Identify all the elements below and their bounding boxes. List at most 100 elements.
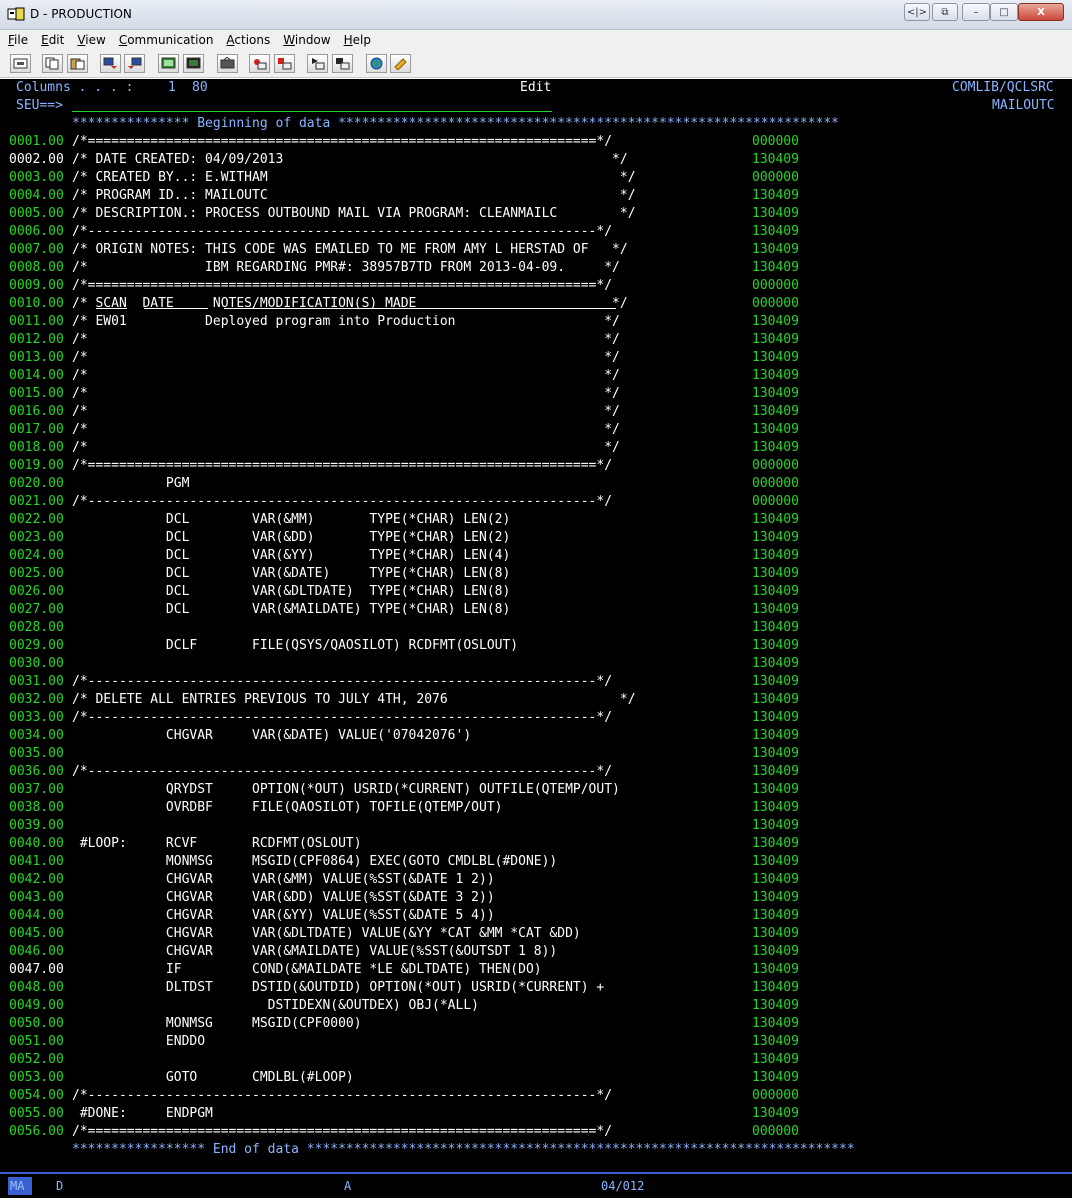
source-text[interactable]: /* EW01 Deployed program into Production…: [72, 313, 620, 331]
source-text[interactable]: DLTDST DSTID(&OUTDID) OPTION(*OUT) USRID…: [72, 979, 604, 997]
source-text[interactable]: CHGVAR VAR(&DLTDATE) VALUE(&YY *CAT &MM …: [72, 925, 581, 943]
sequence-number[interactable]: 0003.00: [9, 169, 64, 187]
source-line[interactable]: 0027.00 DCL VAR(&MAILDATE) TYPE(*CHAR) L…: [0, 601, 1072, 619]
menu-actions[interactable]: Actions: [226, 33, 270, 47]
sequence-number[interactable]: 0041.00: [9, 853, 64, 871]
source-text[interactable]: /* CREATED BY..: E.WITHAM */: [72, 169, 636, 187]
terminal-screen[interactable]: Columns . . . : 1 80 Edit COMLIB/QCLSRC …: [0, 79, 1072, 1172]
source-text[interactable]: /*======================================…: [72, 1123, 612, 1141]
source-text[interactable]: DCL VAR(&DD) TYPE(*CHAR) LEN(2): [72, 529, 510, 547]
source-text[interactable]: CHGVAR VAR(&DD) VALUE(%SST(&DATE 3 2)): [72, 889, 495, 907]
source-line[interactable]: 0045.00 CHGVAR VAR(&DLTDATE) VALUE(&YY *…: [0, 925, 1072, 943]
sequence-number[interactable]: 0004.00: [9, 187, 64, 205]
sequence-number[interactable]: 0037.00: [9, 781, 64, 799]
source-text[interactable]: /*--------------------------------------…: [72, 1087, 612, 1105]
source-text[interactable]: DCL VAR(&MM) TYPE(*CHAR) LEN(2): [72, 511, 510, 529]
source-line[interactable]: 0054.00 /*-------------------------------…: [0, 1087, 1072, 1105]
record-icon[interactable]: [249, 54, 270, 73]
source-line[interactable]: 0013.00 /* */ 130409: [0, 349, 1072, 367]
source-line[interactable]: 0018.00 /* */ 130409: [0, 439, 1072, 457]
source-line[interactable]: 0029.00 DCLF FILE(QSYS/QAOSILOT) RCDFMT(…: [0, 637, 1072, 655]
sequence-number[interactable]: 0023.00: [9, 529, 64, 547]
source-text[interactable]: /*======================================…: [72, 277, 612, 295]
menu-view[interactable]: View: [77, 33, 105, 47]
menu-window[interactable]: Window: [283, 33, 330, 47]
macro-icon[interactable]: [217, 54, 238, 73]
paste-icon[interactable]: [67, 54, 88, 73]
sequence-number[interactable]: 0039.00: [9, 817, 64, 835]
sequence-number[interactable]: 0048.00: [9, 979, 64, 997]
source-line[interactable]: 0035.00 130409: [0, 745, 1072, 763]
sequence-number[interactable]: 0036.00: [9, 763, 64, 781]
source-text[interactable]: OVRDBF FILE(QAOSILOT) TOFILE(QTEMP/OUT): [72, 799, 503, 817]
source-line[interactable]: 0002.00 /* DATE CREATED: 04/09/2013 */ 130…: [0, 151, 1072, 169]
menu-help[interactable]: Help: [344, 33, 371, 47]
sequence-number[interactable]: 0021.00: [9, 493, 64, 511]
source-line[interactable]: 0052.00 130409: [0, 1051, 1072, 1069]
source-line[interactable]: 0041.00 MONMSG MSGID(CPF0864) EXEC(GOTO …: [0, 853, 1072, 871]
source-text[interactable]: IF COND(&MAILDATE *LE &DLTDATE) THEN(DO): [72, 961, 542, 979]
maximize-button[interactable]: □: [990, 3, 1018, 21]
source-text[interactable]: QRYDST OPTION(*OUT) USRID(*CURRENT) OUTF…: [72, 781, 620, 799]
source-text[interactable]: DCL VAR(&DATE) TYPE(*CHAR) LEN(8): [72, 565, 510, 583]
source-line[interactable]: 0015.00 /* */ 130409: [0, 385, 1072, 403]
source-line[interactable]: 0010.00 /* SCAN DATE NOTES/MODIFICATION(S…: [0, 295, 1072, 313]
menu-communication[interactable]: Communication: [119, 33, 214, 47]
source-line[interactable]: 0007.00 /* ORIGIN NOTES: THIS CODE WAS EM…: [0, 241, 1072, 259]
source-line[interactable]: 0003.00 /* CREATED BY..: E.WITHAM */ 00000…: [0, 169, 1072, 187]
sequence-number[interactable]: 0025.00: [9, 565, 64, 583]
print-screen-icon[interactable]: [10, 54, 31, 73]
source-line[interactable]: 0009.00 /*===============================…: [0, 277, 1072, 295]
source-text[interactable]: /* */: [72, 439, 620, 457]
minimize-button[interactable]: –: [962, 3, 990, 21]
source-line[interactable]: 0031.00 /*-------------------------------…: [0, 673, 1072, 691]
sequence-number[interactable]: 0008.00: [9, 259, 64, 277]
source-text[interactable]: /* ORIGIN NOTES: THIS CODE WAS EMAILED T…: [72, 241, 628, 259]
sequence-number[interactable]: 0043.00: [9, 889, 64, 907]
source-line[interactable]: 0001.00 /*===============================…: [0, 133, 1072, 151]
source-line[interactable]: 0025.00 DCL VAR(&DATE) TYPE(*CHAR) LEN(8…: [0, 565, 1072, 583]
sequence-number[interactable]: 0046.00: [9, 943, 64, 961]
source-line[interactable]: 0055.00 #DONE: ENDPGM 130409: [0, 1105, 1072, 1123]
source-line[interactable]: 0023.00 DCL VAR(&DD) TYPE(*CHAR) LEN(2) 1…: [0, 529, 1072, 547]
source-text[interactable]: /* */: [72, 349, 620, 367]
sequence-number[interactable]: 0045.00: [9, 925, 64, 943]
menu-file[interactable]: File: [8, 33, 28, 47]
source-text[interactable]: CHGVAR VAR(&YY) VALUE(%SST(&DATE 5 4)): [72, 907, 495, 925]
sequence-number[interactable]: 0012.00: [9, 331, 64, 349]
sequence-number[interactable]: 0034.00: [9, 727, 64, 745]
source-text[interactable]: PGM: [72, 475, 190, 493]
sequence-number[interactable]: 0022.00: [9, 511, 64, 529]
sequence-number[interactable]: 0014.00: [9, 367, 64, 385]
sequence-number[interactable]: 0053.00: [9, 1069, 64, 1087]
source-line[interactable]: 0008.00 /* IBM REGARDING PMR#: 38957B7TD …: [0, 259, 1072, 277]
source-text[interactable]: DCL VAR(&YY) TYPE(*CHAR) LEN(4): [72, 547, 510, 565]
receive-icon[interactable]: [124, 54, 145, 73]
menu-edit[interactable]: Edit: [41, 33, 64, 47]
source-line[interactable]: 0012.00 /* */ 130409: [0, 331, 1072, 349]
source-line[interactable]: 0030.00 130409: [0, 655, 1072, 673]
source-line[interactable]: 0039.00 130409: [0, 817, 1072, 835]
seu-command-input[interactable]: [72, 111, 552, 112]
source-line[interactable]: 0056.00 /*===============================…: [0, 1123, 1072, 1141]
source-text[interactable]: DCL VAR(&MAILDATE) TYPE(*CHAR) LEN(8): [72, 601, 510, 619]
source-line[interactable]: 0004.00 /* PROGRAM ID..: MAILOUTC */ 13040…: [0, 187, 1072, 205]
restore-down-icon[interactable]: ⧉: [932, 3, 958, 21]
source-line[interactable]: 0051.00 ENDDO 130409: [0, 1033, 1072, 1051]
source-text[interactable]: /* DESCRIPTION.: PROCESS OUTBOUND MAIL V…: [72, 205, 636, 223]
source-text[interactable]: GOTO CMDLBL(#LOOP): [72, 1069, 354, 1087]
sequence-number[interactable]: 0031.00: [9, 673, 64, 691]
sequence-number[interactable]: 0006.00: [9, 223, 64, 241]
sequence-number[interactable]: 0035.00: [9, 745, 64, 763]
source-line[interactable]: 0005.00 /* DESCRIPTION.: PROCESS OUTBOUND…: [0, 205, 1072, 223]
source-text[interactable]: /* */: [72, 331, 620, 349]
sequence-number[interactable]: 0030.00: [9, 655, 64, 673]
sequence-number[interactable]: 0018.00: [9, 439, 64, 457]
source-text[interactable]: /* */: [72, 403, 620, 421]
sequence-number[interactable]: 0024.00: [9, 547, 64, 565]
sequence-number[interactable]: 0050.00: [9, 1015, 64, 1033]
source-line[interactable]: 0040.00 #LOOP: RCVF RCDFMT(OSLOUT) 130409: [0, 835, 1072, 853]
sequence-number[interactable]: 0002.00: [9, 151, 64, 169]
sequence-number[interactable]: 0027.00: [9, 601, 64, 619]
source-text[interactable]: DCL VAR(&DLTDATE) TYPE(*CHAR) LEN(8): [72, 583, 510, 601]
